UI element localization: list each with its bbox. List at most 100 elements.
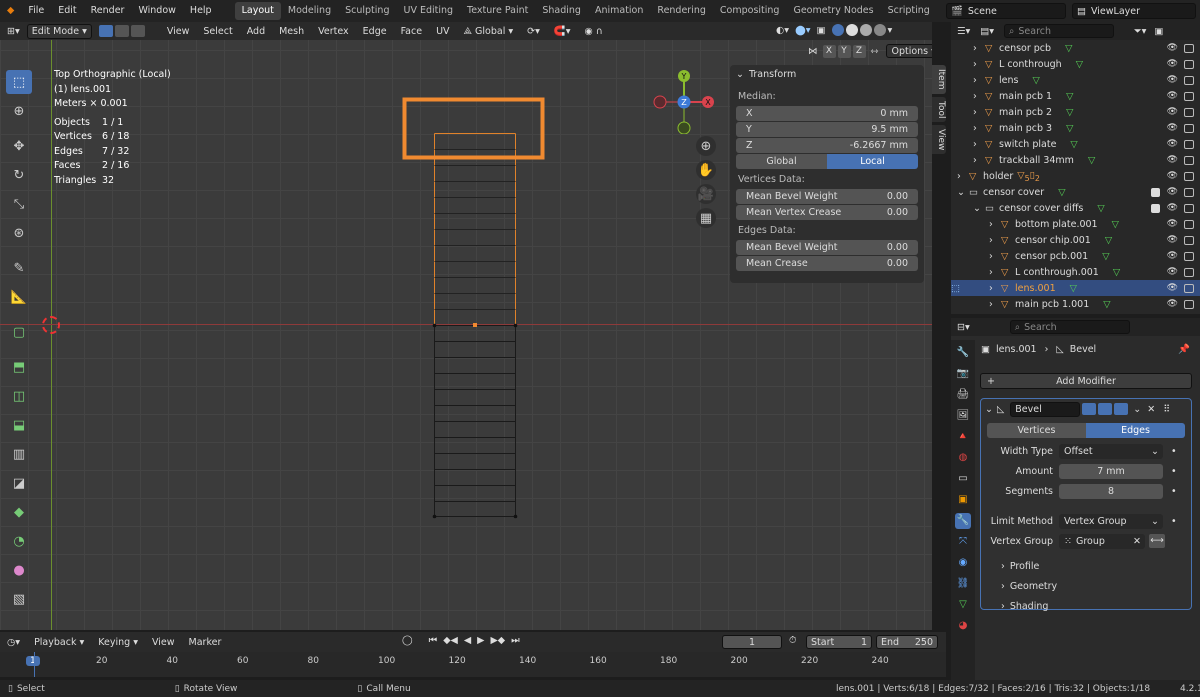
view-layer-selector[interactable]: ▤ ViewLayer <box>1072 3 1196 19</box>
eye-icon[interactable]: 👁 <box>1167 43 1178 53</box>
render-camera-icon[interactable] <box>1184 267 1194 277</box>
scene-tab-icon[interactable]: 🔺 <box>955 429 971 445</box>
tab-view[interactable]: View <box>932 124 946 155</box>
segments-field[interactable]: 8 <box>1059 483 1163 499</box>
render-camera-icon[interactable] <box>1184 251 1194 261</box>
render-camera-icon[interactable] <box>1184 155 1194 165</box>
outliner-row[interactable]: › ▽ holder ▽5▯2 👁 <box>951 168 1200 184</box>
properties-editor-icon[interactable]: ⊟▾ <box>957 322 970 333</box>
eye-icon[interactable]: 👁 <box>1167 155 1178 165</box>
eye-icon[interactable]: 👁 <box>1167 187 1178 197</box>
tab-texture-paint[interactable]: Texture Paint <box>460 2 535 20</box>
playhead[interactable] <box>34 652 35 677</box>
material-tab-icon[interactable]: ◕ <box>955 618 971 634</box>
expand-chevron-icon[interactable]: › <box>989 235 1001 246</box>
remove-modifier-icon[interactable]: ✕ <box>1147 404 1155 415</box>
timeline-ruler[interactable]: 1 20 40 60 80 100 120 140 160 180 200 220 240 <box>0 652 946 677</box>
outliner-row[interactable]: › ▽ trackball 34mm ▽ 👁 <box>951 152 1200 168</box>
blender-logo-icon[interactable]: ◆ <box>0 0 21 22</box>
shading-subpanel[interactable]: › Shading <box>981 596 1191 616</box>
amount-field[interactable]: 7 mm <box>1059 463 1163 479</box>
render-camera-icon[interactable] <box>1184 123 1194 133</box>
object-tab-icon[interactable]: ▣ <box>955 492 971 508</box>
tab-compositing[interactable]: Compositing <box>713 2 787 20</box>
expand-chevron-icon[interactable]: › <box>973 59 985 70</box>
expand-chevron-icon[interactable]: › <box>957 171 969 182</box>
display-mode-icon[interactable]: ▤▾ <box>980 26 994 37</box>
outliner-row[interactable]: › ▽ censor pcb.001 ▽ 👁 <box>951 248 1200 264</box>
median-y-field[interactable]: Y 9.5 mm <box>736 122 918 137</box>
grid-ortho-icon[interactable]: ▦ <box>696 208 716 228</box>
expand-chevron-icon[interactable]: › <box>973 139 985 150</box>
timeline-editor-icon[interactable]: ◷▾ <box>0 637 27 648</box>
expand-chevron-icon[interactable]: › <box>989 219 1001 230</box>
geometry-subpanel[interactable]: › Geometry <box>981 576 1191 596</box>
tab-tool[interactable]: Tool <box>932 96 946 122</box>
expand-chevron-icon[interactable]: › <box>973 91 985 102</box>
jump-end-icon[interactable]: ⏭ <box>511 635 520 646</box>
pan-hand-icon[interactable]: ✋ <box>696 160 716 180</box>
scene-selector[interactable]: 🎬 Scene <box>946 3 1066 19</box>
pin-icon[interactable]: 📌 <box>1178 344 1190 355</box>
stopwatch-icon[interactable]: ⏱ <box>789 635 796 646</box>
render-tab-icon[interactable]: 📷 <box>955 366 971 382</box>
render-camera-icon[interactable] <box>1184 283 1194 293</box>
render-camera-icon[interactable] <box>1184 299 1194 309</box>
outliner-row[interactable]: › ▽ main pcb 2 ▽ 👁 <box>951 104 1200 120</box>
outliner-row[interactable]: › ▽ switch plate ▽ 👁 <box>951 136 1200 152</box>
global-button[interactable]: Global <box>736 154 827 169</box>
median-x-field[interactable]: X 0 mm <box>736 106 918 121</box>
tool-tab-icon[interactable]: 🔧 <box>955 345 971 361</box>
playback-menu[interactable]: Playback ▾ <box>27 637 91 648</box>
menu-file[interactable]: File <box>21 0 51 22</box>
viewport-toggle[interactable] <box>1098 403 1113 415</box>
limit-method-dropdown[interactable]: Vertex Group ⌄ <box>1059 513 1163 529</box>
play-icon[interactable]: ▶ <box>477 635 484 646</box>
drag-handle-icon[interactable]: ⠿ <box>1163 404 1170 415</box>
physics-tab-icon[interactable]: ◉ <box>955 555 971 571</box>
collection-checkbox[interactable] <box>1151 203 1160 213</box>
tab-layout[interactable]: Layout <box>234 2 281 20</box>
expand-chevron-icon[interactable]: › <box>989 251 1001 262</box>
outliner-row[interactable]: › ▽ main pcb 3 ▽ 👁 <box>951 120 1200 136</box>
jump-keyframe-forward-icon[interactable]: ▶◆ <box>490 635 505 646</box>
eye-icon[interactable]: 👁 <box>1167 171 1178 181</box>
profile-subpanel[interactable]: › Profile <box>981 556 1191 576</box>
jump-keyframe-back-icon[interactable]: ◆◀ <box>443 635 458 646</box>
expand-chevron-icon[interactable]: › <box>973 43 985 54</box>
tab-geometry-nodes[interactable]: Geometry Nodes <box>786 2 880 20</box>
tab-sculpting[interactable]: Sculpting <box>338 2 396 20</box>
navigation-gizmo[interactable]: Y X Z <box>650 68 720 134</box>
invert-vertex-group-icon[interactable]: ⟷ <box>1149 534 1165 548</box>
tab-uv-editing[interactable]: UV Editing <box>396 2 460 20</box>
expand-chevron-icon[interactable]: ⌄ <box>973 203 985 214</box>
record-icon[interactable]: ◯ <box>402 635 413 646</box>
eye-icon[interactable]: 👁 <box>1167 283 1178 293</box>
marker-menu[interactable]: Marker <box>182 637 229 648</box>
render-camera-icon[interactable] <box>1184 203 1194 213</box>
eye-icon[interactable]: 👁 <box>1167 75 1178 85</box>
modifier-dropdown-icon[interactable]: ⌄ <box>1133 404 1141 415</box>
eye-icon[interactable]: 👁 <box>1167 203 1178 213</box>
constraints-tab-icon[interactable]: ⛓ <box>955 576 971 592</box>
render-camera-icon[interactable] <box>1184 139 1194 149</box>
menu-render[interactable]: Render <box>84 0 132 22</box>
tab-modeling[interactable]: Modeling <box>281 2 338 20</box>
outliner-row[interactable]: › ▽ censor pcb ▽ 👁 <box>951 40 1200 56</box>
expand-chevron-icon[interactable]: › <box>989 299 1001 310</box>
outliner-row[interactable]: ⬚ › ▽ lens.001 ▽ 👁 <box>951 280 1200 296</box>
outliner-search-input[interactable]: ⌕ Search <box>1004 24 1115 38</box>
outliner-row[interactable]: › ▽ lens ▽ 👁 <box>951 72 1200 88</box>
affect-vertices-button[interactable]: Vertices <box>987 423 1086 438</box>
outliner-row[interactable]: › ▽ censor chip.001 ▽ 👁 <box>951 232 1200 248</box>
render-camera-icon[interactable] <box>1184 107 1194 117</box>
eye-icon[interactable]: 👁 <box>1167 299 1178 309</box>
menu-edit[interactable]: Edit <box>51 0 83 22</box>
eye-icon[interactable]: 👁 <box>1167 139 1178 149</box>
render-toggle[interactable] <box>1114 403 1129 415</box>
outliner-row[interactable]: › ▽ L conthrough ▽ 👁 <box>951 56 1200 72</box>
eye-icon[interactable]: 👁 <box>1167 123 1178 133</box>
eye-icon[interactable]: 👁 <box>1167 235 1178 245</box>
expand-chevron-icon[interactable]: › <box>973 107 985 118</box>
edit-mode-toggle[interactable] <box>1082 403 1097 415</box>
